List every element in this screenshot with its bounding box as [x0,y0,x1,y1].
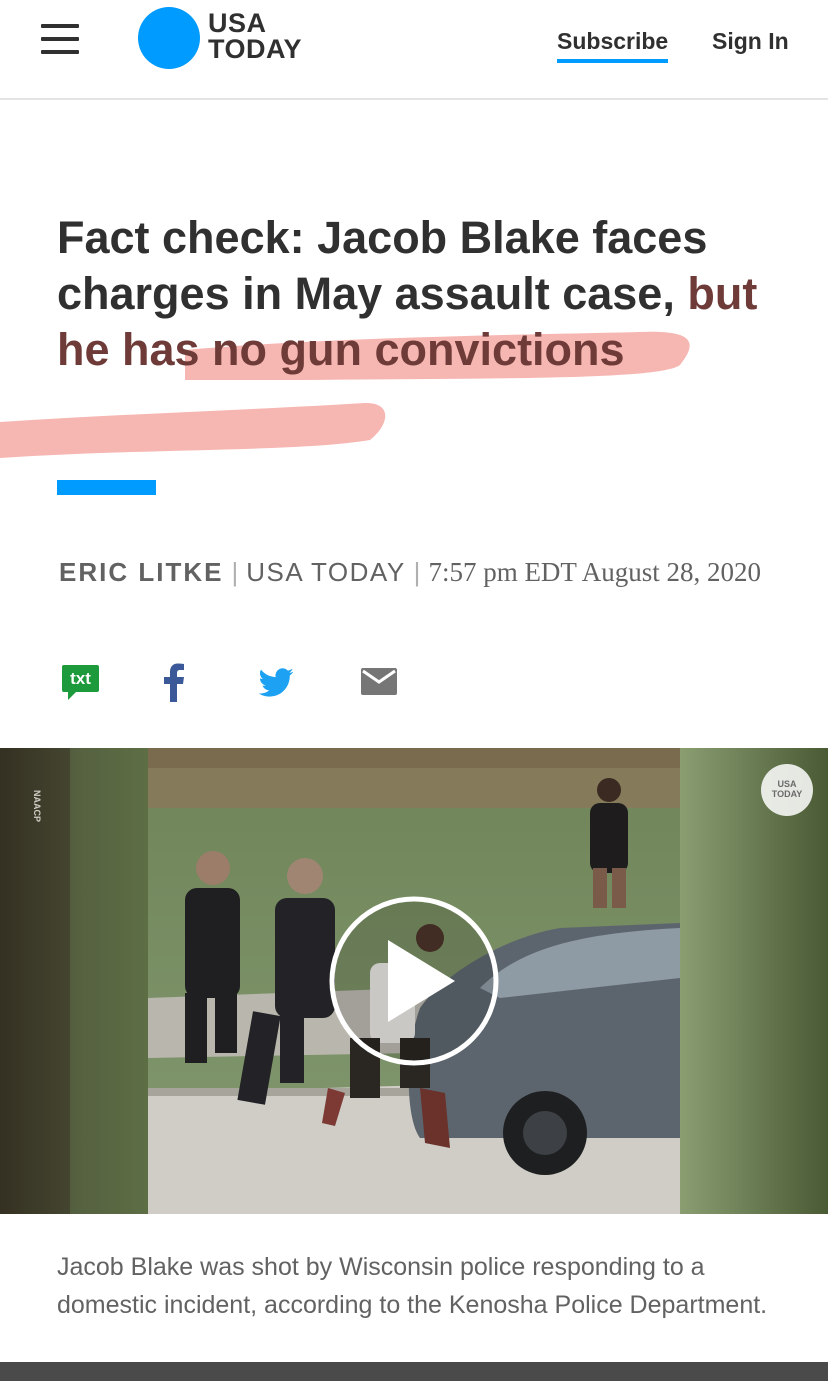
headline-main-text: Fact check: Jacob Blake faces charges in… [57,212,708,319]
video-watermark-line2: TODAY [772,789,803,799]
byline-separator: | [231,557,239,587]
email-icon [361,668,397,695]
facebook-icon [164,663,184,702]
site-header: USA TODAY Subscribe Sign In [0,0,828,100]
article-headline: Fact check: Jacob Blake faces charges in… [57,210,777,378]
video-watermark-line1: USA [777,779,797,789]
email-share-button[interactable] [360,662,398,704]
video-thumbnail: NAACP USA TODAY [0,748,828,1214]
byline: ERIC LITKE | USA TODAY | 7:57 pm EDT August … [59,553,779,591]
publish-date: 7:57 pm EDT August 28, 2020 [428,557,761,587]
logo-dot [138,7,200,69]
play-button-icon [329,896,499,1066]
bottom-bar [0,1362,828,1381]
byline-separator: | [413,557,421,587]
twitter-icon [258,668,294,697]
logo-text: USA TODAY [208,8,303,64]
headline-area: Fact check: Jacob Blake faces charges in… [0,200,828,460]
twitter-share-button[interactable] [257,662,295,704]
usa-today-logo[interactable]: USA TODAY [138,7,318,71]
menu-icon[interactable] [41,24,79,54]
video-player[interactable]: NAACP USA TODAY [0,748,828,1214]
subscribe-link[interactable]: Subscribe [557,26,669,63]
sms-icon: txt [62,665,99,700]
video-caption: Jacob Blake was shot by Wisconsin police… [57,1253,768,1319]
source-name: USA TODAY [246,557,406,587]
video-side-text: NAACP [32,790,42,822]
author-name[interactable]: ERIC LITKE [59,557,223,587]
facebook-share-button[interactable] [163,662,185,704]
sms-icon-label: txt [70,669,91,688]
sms-share-button[interactable]: txt [62,662,100,704]
headline-accent-bar [57,480,156,495]
sign-in-link[interactable]: Sign In [712,26,789,56]
